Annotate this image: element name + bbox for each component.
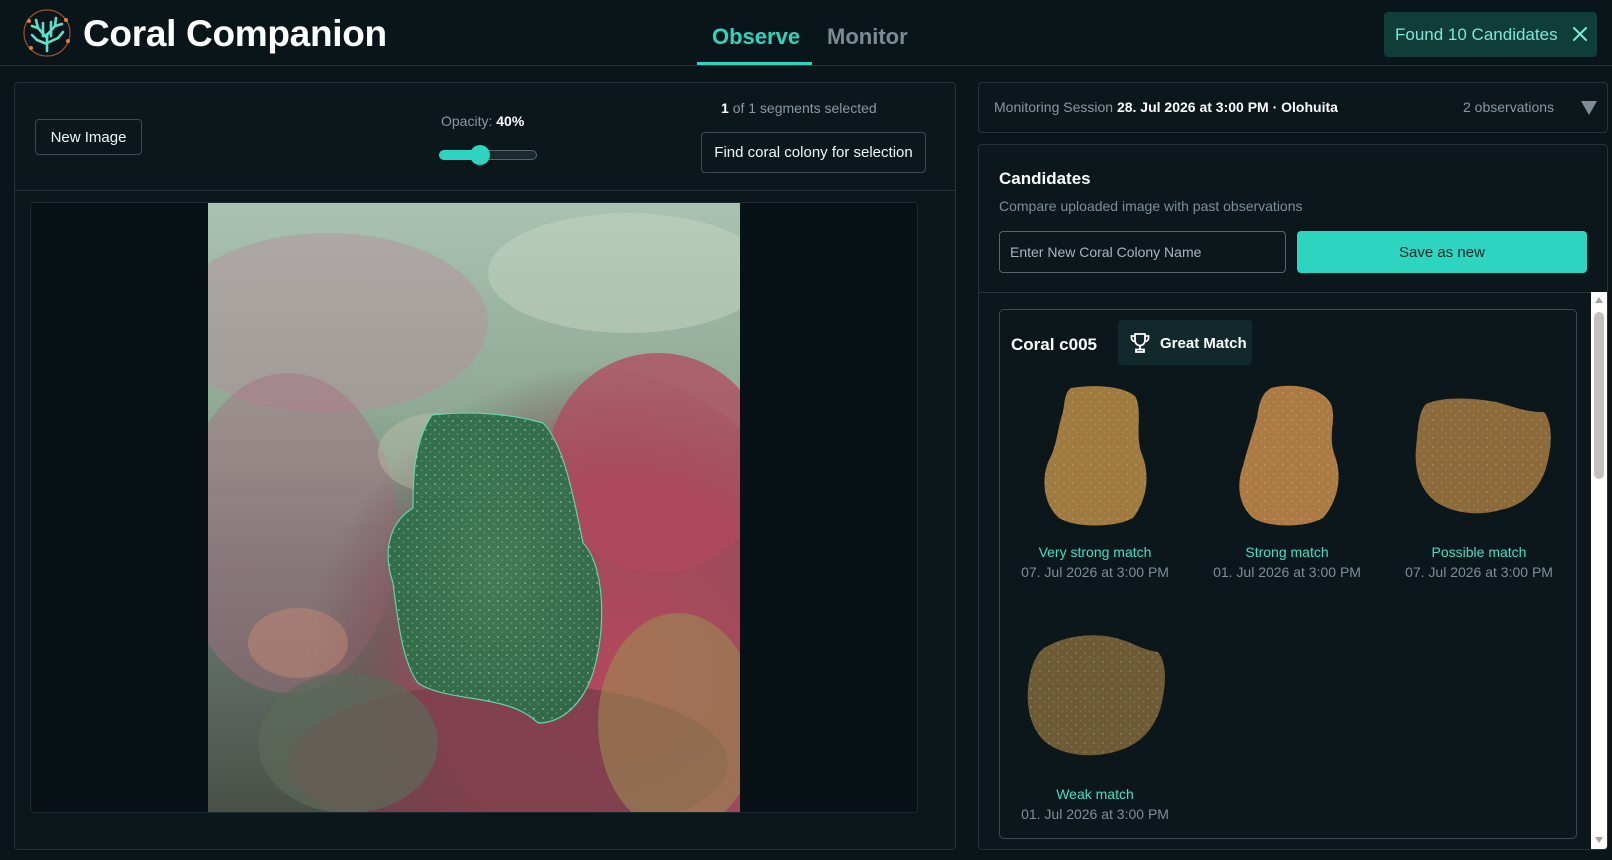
session-label: Monitoring Session 28. Jul 2026 at 3:00 …	[994, 99, 1338, 115]
opacity-label: Opacity: 40%	[441, 113, 524, 129]
candidates-found-toast: Found 10 Candidates	[1384, 12, 1597, 57]
find-coral-button[interactable]: Find coral colony for selection	[701, 132, 926, 173]
underwater-photo[interactable]	[208, 203, 740, 812]
candidate-match-label: Strong match	[1245, 544, 1329, 560]
candidate-item-strong[interactable]: Strong match 01. Jul 2026 at 3:00 PM	[1197, 382, 1377, 580]
candidate-date: 01. Jul 2026 at 3:00 PM	[1213, 564, 1361, 580]
candidate-match-label: Weak match	[1056, 786, 1134, 802]
app-root: Coral Companion Observe Monitor Found 10…	[0, 0, 1612, 860]
observe-panel: New Image Opacity: 40% 1 of 1 segments s…	[14, 82, 956, 850]
candidate-date: 07. Jul 2026 at 3:00 PM	[1021, 564, 1169, 580]
coral-candidate-card: Coral c005 Great Match Very strong match	[999, 309, 1577, 839]
session-observations-count: 2 observations	[1463, 99, 1555, 115]
coral-thumbnail[interactable]	[1035, 382, 1155, 530]
candidates-subtitle: Compare uploaded image with past observa…	[999, 198, 1303, 214]
session-detail: 28. Jul 2026 at 3:00 PM · Olohuita	[1116, 99, 1338, 115]
new-image-button[interactable]: New Image	[35, 119, 142, 155]
opacity-slider[interactable]	[439, 145, 537, 165]
candidate-item-possible[interactable]: Possible match 07. Jul 2026 at 3:00 PM	[1389, 382, 1569, 580]
candidates-divider	[979, 292, 1607, 293]
candidates-panel: Candidates Compare uploaded image with p…	[978, 144, 1608, 850]
tab-observe[interactable]: Observe	[712, 24, 800, 50]
caret-down-icon[interactable]	[1580, 100, 1598, 116]
segments-text: of 1 segments selected	[732, 100, 877, 116]
segments-selected-text: 1 of 1 segments selected	[721, 100, 877, 116]
scroll-thumb[interactable]	[1594, 312, 1604, 479]
candidates-title: Candidates	[999, 169, 1091, 188]
candidate-date: 07. Jul 2026 at 3:00 PM	[1405, 564, 1553, 580]
active-tab-indicator	[697, 62, 812, 65]
coral-branch-icon[interactable]	[22, 8, 72, 58]
segments-count: 1	[721, 100, 729, 116]
toast-message: Found 10 Candidates	[1395, 25, 1558, 44]
coral-thumbnail[interactable]	[1020, 624, 1170, 772]
scroll-up-arrow-icon[interactable]	[1594, 295, 1604, 305]
image-viewer[interactable]	[30, 202, 918, 813]
trophy-icon	[1130, 333, 1150, 353]
coral-thumbnail[interactable]	[1227, 382, 1347, 530]
coral-thumbnail[interactable]	[1404, 382, 1554, 530]
candidate-match-label: Very strong match	[1038, 544, 1152, 560]
great-match-badge: Great Match	[1118, 320, 1252, 365]
coral-colony-name-input[interactable]	[999, 231, 1286, 273]
slider-thumb[interactable]	[470, 145, 491, 165]
candidate-item-weak[interactable]: Weak match 01. Jul 2026 at 3:00 PM	[1005, 624, 1185, 822]
candidate-item-very-strong[interactable]: Very strong match 07. Jul 2026 at 3:00 P…	[1005, 382, 1185, 580]
tab-monitor[interactable]: Monitor	[827, 24, 908, 50]
candidate-date: 01. Jul 2026 at 3:00 PM	[1021, 806, 1169, 822]
session-label-text: Monitoring Session	[994, 99, 1114, 115]
monitoring-session-bar[interactable]: Monitoring Session 28. Jul 2026 at 3:00 …	[978, 82, 1608, 133]
candidates-scrollbar[interactable]	[1591, 292, 1607, 849]
app-title: Coral Companion	[83, 13, 387, 54]
save-as-new-button[interactable]: Save as new	[1297, 231, 1587, 273]
coral-name: Coral c005	[1011, 335, 1097, 354]
candidate-match-label: Possible match	[1431, 544, 1527, 560]
opacity-label-text: Opacity:	[441, 113, 493, 129]
badge-label: Great Match	[1160, 335, 1247, 352]
close-icon[interactable]	[1570, 24, 1590, 44]
top-header: Coral Companion Observe Monitor Found 10…	[0, 0, 1612, 66]
scroll-down-arrow-icon[interactable]	[1594, 835, 1604, 845]
opacity-value: 40%	[496, 113, 525, 129]
toolbar-divider	[15, 190, 955, 191]
